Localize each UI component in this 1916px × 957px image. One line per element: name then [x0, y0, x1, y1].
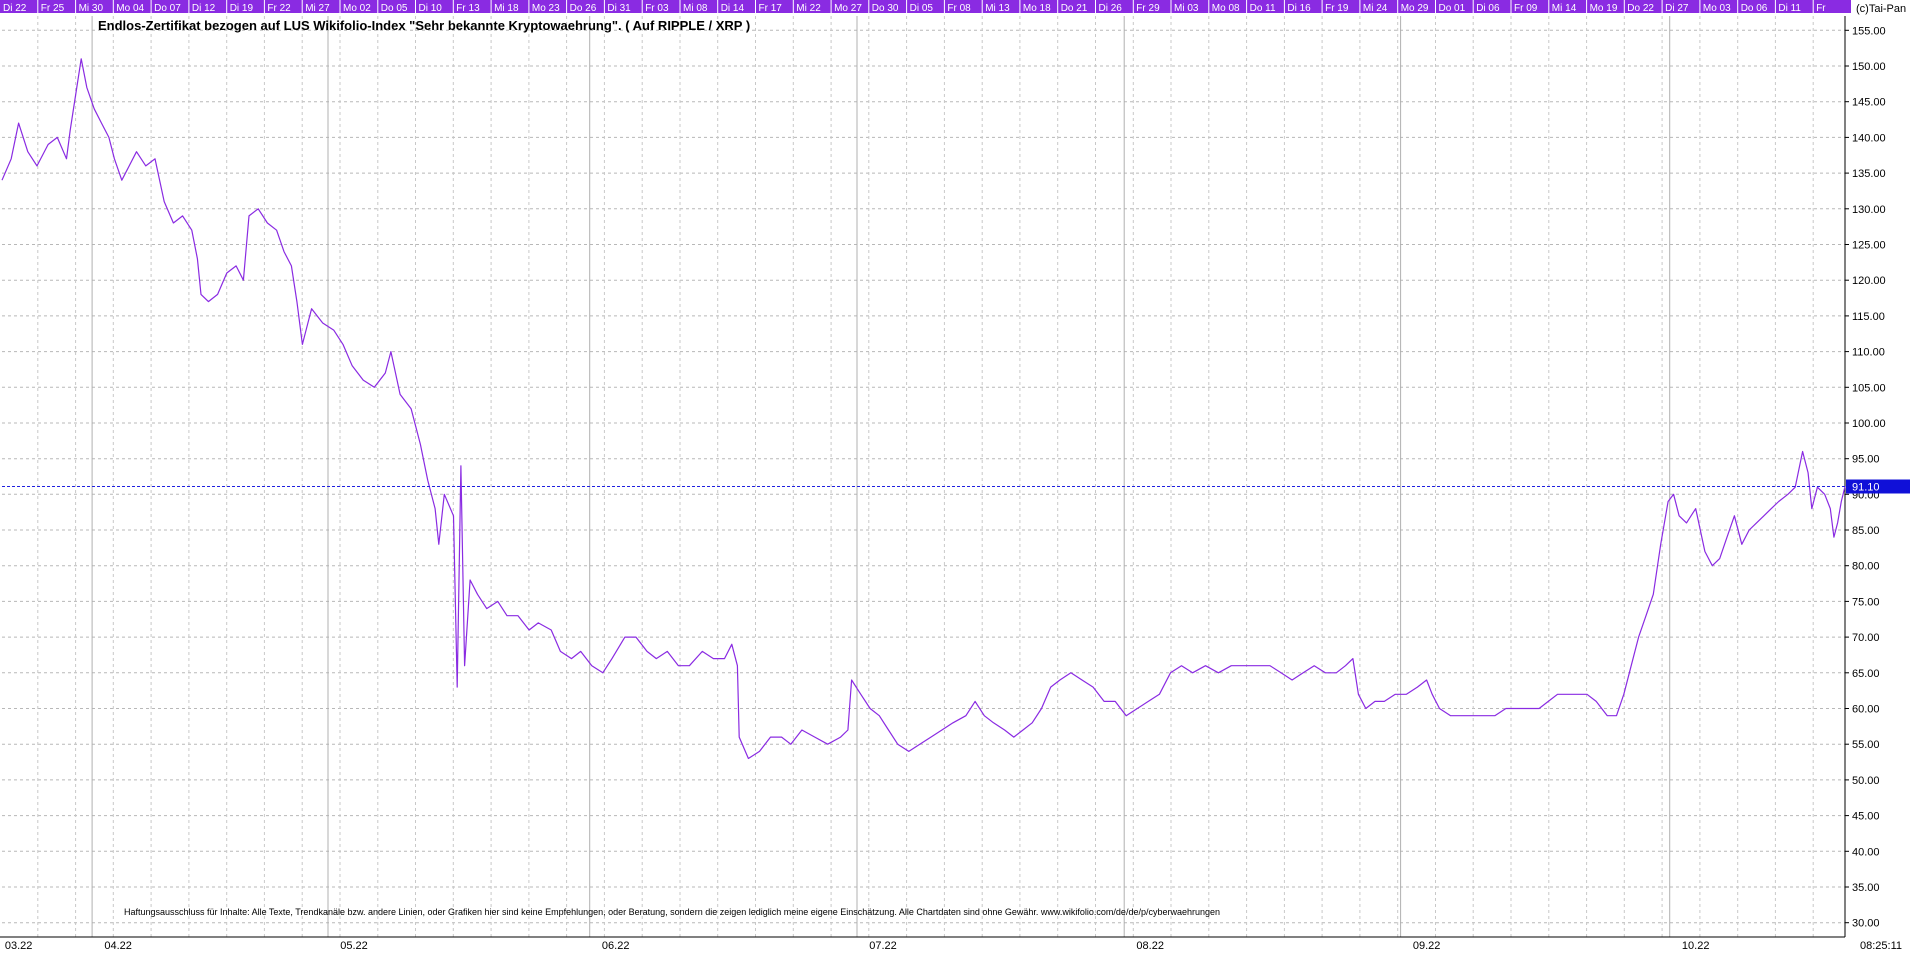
top-date-label: Mi 27 — [305, 3, 330, 14]
top-date-label: Di 27 — [1665, 3, 1689, 14]
x-tick-label: 08.22 — [1136, 940, 1164, 952]
top-date-label: Do 05 — [381, 3, 408, 14]
chart-area: Di 22 Fr 25 Mi 30 Mo 04 Do 07 Di 12 Di 19 Fr 22… — [0, 0, 1916, 952]
top-date-label: Mo 18 — [1023, 3, 1051, 14]
top-date-label: Mi 14 — [1552, 3, 1577, 14]
y-tick-label: 115.00 — [1852, 311, 1885, 323]
y-tick-label: 55.00 — [1852, 739, 1880, 751]
top-date-label: Mi 08 — [683, 3, 708, 14]
time-label: 08:25:11 — [1860, 940, 1902, 952]
y-tick-label: 60.00 — [1852, 704, 1880, 716]
top-date-label: Mo 27 — [834, 3, 862, 14]
y-tick-label: 100.00 — [1852, 418, 1886, 430]
top-date-label: Mi 22 — [796, 3, 821, 14]
top-date-label: Do 07 — [154, 3, 181, 14]
top-date-label: Fr 03 — [645, 3, 669, 14]
top-date-label: Di 19 — [230, 3, 254, 14]
y-tick-label: 75.00 — [1852, 596, 1880, 608]
top-date-label: Fr 25 — [41, 3, 65, 14]
y-tick-label: 35.00 — [1852, 882, 1880, 894]
y-tick-label: 85.00 — [1852, 525, 1880, 537]
top-date-label: Di 26 — [1099, 3, 1123, 14]
y-tick-label: 30.00 — [1852, 918, 1880, 930]
last-value-label: 91.10 — [1852, 482, 1880, 494]
y-tick-label: 50.00 — [1852, 775, 1880, 787]
top-date-label: Do 22 — [1627, 3, 1654, 14]
y-tick-label: 120.00 — [1852, 275, 1886, 287]
top-date-label: Di 11 — [1778, 3, 1801, 14]
y-tick-label: 70.00 — [1852, 632, 1880, 644]
y-tick-label: 140.00 — [1852, 132, 1886, 144]
top-date-label: Do 06 — [1741, 3, 1768, 14]
top-date-label: Fr 17 — [759, 3, 783, 14]
top-date-label: Fr 29 — [1136, 3, 1160, 14]
top-date-labels: Di 22 Fr 25 Mi 30 Mo 04 Do 07 Di 12 Di 19 Fr 22… — [3, 0, 1826, 14]
top-date-label: Mo 03 — [1703, 3, 1731, 14]
y-tick-label: 45.00 — [1852, 811, 1880, 823]
x-tick-label: 07.22 — [869, 940, 897, 952]
y-tick-label: 130.00 — [1852, 204, 1886, 216]
x-tick-label: 04.22 — [104, 940, 132, 952]
copyright-label: (c)Tai-Pan — [1856, 3, 1906, 15]
top-date-label: Di 10 — [419, 3, 443, 14]
x-tick-label: 10.22 — [1682, 940, 1710, 952]
top-date-label: Fr — [1816, 3, 1826, 14]
y-tick-label: 135.00 — [1852, 168, 1886, 180]
y-tick-label: 65.00 — [1852, 668, 1880, 680]
chart-title: Endlos-Zertifikat bezogen auf LUS Wikifo… — [98, 18, 750, 33]
x-tick-label: 09.22 — [1413, 940, 1441, 952]
top-date-label: Fr 09 — [1514, 3, 1538, 14]
top-date-label: Mo 29 — [1401, 3, 1429, 14]
y-tick-label: 40.00 — [1852, 846, 1880, 858]
top-date-label: Mi 30 — [79, 3, 104, 14]
top-date-label: Di 05 — [910, 3, 934, 14]
y-tick-label: 80.00 — [1852, 561, 1880, 573]
top-date-label: Do 26 — [570, 3, 597, 14]
top-date-label: Di 06 — [1476, 3, 1500, 14]
x-tick-label: 05.22 — [340, 940, 368, 952]
top-date-label: Di 22 — [3, 3, 27, 14]
x-tick-label: 06.22 — [602, 940, 630, 952]
y-tick-label: 95.00 — [1852, 454, 1880, 466]
disclaimer-text: Haftungsausschluss für Inhalte: Alle Tex… — [124, 907, 1220, 917]
top-date-label: Mo 02 — [343, 3, 371, 14]
price-chart: Di 22 Fr 25 Mi 30 Mo 04 Do 07 Di 12 Di 19 Fr 22… — [0, 0, 1916, 952]
top-date-label: Do 21 — [1061, 3, 1088, 14]
top-date-label: Di 14 — [721, 3, 745, 14]
x-tick-label: 03.22 — [5, 940, 33, 952]
top-date-label: Di 31 — [607, 3, 631, 14]
top-date-label: Mi 13 — [985, 3, 1010, 14]
top-date-label: Mi 24 — [1363, 3, 1388, 14]
top-date-label: Fr 08 — [947, 3, 971, 14]
top-date-label: Do 11 — [1250, 3, 1276, 14]
y-tick-label: 125.00 — [1852, 240, 1886, 252]
top-date-label: Fr 19 — [1325, 3, 1349, 14]
top-date-label: Mi 03 — [1174, 3, 1199, 14]
top-date-label: Mi 18 — [494, 3, 519, 14]
top-date-label: Fr 22 — [267, 3, 291, 14]
y-tick-label: 150.00 — [1852, 61, 1886, 73]
top-date-label: Do 01 — [1439, 3, 1466, 14]
top-date-label: Mo 04 — [116, 3, 144, 14]
top-date-label: Di 12 — [192, 3, 216, 14]
y-tick-label: 105.00 — [1852, 382, 1886, 394]
top-date-label: Fr 13 — [456, 3, 480, 14]
y-tick-label: 110.00 — [1852, 347, 1885, 359]
top-date-label: Mo 08 — [1212, 3, 1240, 14]
y-tick-label: 145.00 — [1852, 97, 1886, 109]
top-date-label: Mo 19 — [1590, 3, 1618, 14]
top-date-label: Do 30 — [872, 3, 899, 14]
top-date-label: Di 16 — [1287, 3, 1311, 14]
top-date-label: Mo 23 — [532, 3, 560, 14]
y-tick-label: 155.00 — [1852, 25, 1886, 37]
